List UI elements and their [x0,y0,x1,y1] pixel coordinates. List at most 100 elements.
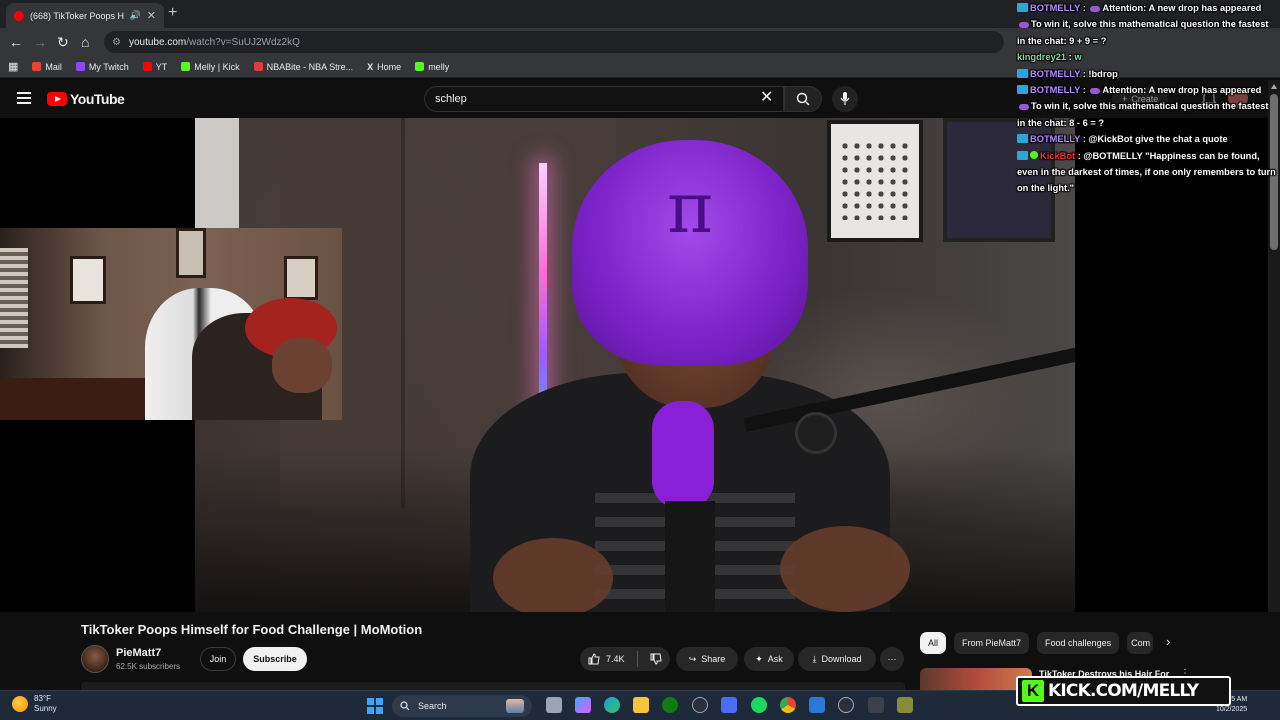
chat-text: w [1074,52,1082,63]
bookmark-label: NBABite - NBA Stre... [266,61,354,72]
kick-icon [181,62,191,71]
download-button[interactable]: ⤓ Download [798,647,876,671]
subscriber-count: 62.5K subscribers [116,662,181,671]
share-button[interactable]: ↪ Share [676,647,738,671]
apps-icon[interactable]: ▦ [8,60,18,73]
bookmark-label: Home [377,61,402,72]
like-count[interactable]: 7.4K [606,654,625,664]
microphone-icon [840,92,850,105]
like-dislike-group: 7.4K [580,647,670,671]
search-highlight-icon [506,699,524,713]
chat-username: BOTMELLY [1030,85,1081,96]
reload-icon[interactable]: ↻ [57,34,69,50]
search-input[interactable]: schlep [424,86,784,112]
chat-message: BOTMELLY : @KickBot give the chat a quot… [1014,131,1276,147]
app-icon[interactable] [897,697,913,713]
bookmark-nbabite[interactable]: NBABite - NBA Stre... [253,61,354,72]
chip-all[interactable]: All [920,632,947,654]
youtube-icon [142,62,152,71]
spotify-icon[interactable] [751,697,767,713]
url-bar[interactable]: ⚙ youtube.com/watch?v=SuUJ2Wdz2kQ [104,31,1004,53]
kick-url-banner: K KICK.COM/MELLY [1016,676,1231,706]
speaker-icon[interactable]: 🔊 [130,10,141,21]
kick-icon [415,62,425,71]
temperature: 83°F [34,694,51,703]
chevron-right-icon[interactable]: › [1166,634,1170,649]
video-title: TikToker Poops Himself for Food Challeng… [81,622,423,637]
thumbs-up-icon[interactable] [588,653,600,665]
chat-username: BOTMELLY [1030,68,1081,79]
left-hand [493,538,613,612]
chrome-icon[interactable] [780,697,796,713]
task-view-icon[interactable] [546,697,562,713]
bookmark-melly-kick[interactable]: Melly | Kick [181,61,240,72]
wall-frame [70,256,106,304]
browser-tab-youtube[interactable]: (668) TikToker Poops Himse 🔊 ✕ [6,3,164,28]
chat-text: To win it, solve this mathematical quest… [1017,101,1269,128]
bookmark-melly[interactable]: melly [415,62,449,72]
share-arrow-icon: ↪ [688,653,697,664]
sneaker-poster [827,120,923,242]
steam-icon[interactable] [692,697,708,713]
taskbar-search[interactable]: Search [392,695,532,717]
file-explorer-icon[interactable] [633,697,649,713]
chip-food-challenges[interactable]: Food challenges [1037,632,1120,654]
site-info-icon[interactable]: ⚙ [112,37,121,48]
stream-chat-overlay: BOTMELLY : Attention: A new drop has app… [1014,0,1276,200]
more-actions-icon[interactable]: ⋯ [880,647,904,671]
bookmark-my-twitch[interactable]: My Twitch [75,62,129,72]
chat-message: BOTMELLY : Attention: A new drop has app… [1017,3,1269,46]
description-box[interactable] [81,682,905,690]
ask-button[interactable]: ✦ Ask [744,647,794,671]
subscribe-button[interactable]: Subscribe [243,647,307,671]
chat-username: BOTMELLY [1030,3,1081,13]
chip-from-piematt7[interactable]: From PieMatt7 [954,632,1030,654]
bot-badge-icon [1017,150,1028,160]
windows-start-icon[interactable] [367,698,383,714]
media-player-icon[interactable] [838,697,854,713]
thumbs-down-icon[interactable] [650,653,662,665]
chat-text: @KickBot give the chat a quote [1088,134,1228,145]
join-button[interactable]: Join [200,647,236,671]
weather-widget[interactable]: 83°F Sunny [12,694,57,714]
store-icon[interactable] [721,697,737,713]
voice-search-button[interactable] [832,86,858,112]
youtube-logo-text: YouTube [70,91,125,107]
bot-badge-icon [1017,85,1028,95]
chat-text: To win it, solve this mathematical quest… [1017,19,1269,46]
weather-text: 83°F Sunny [34,694,57,714]
clock-date: 10/2/2025 [1216,706,1248,713]
edge-icon[interactable] [604,697,620,713]
channel-avatar[interactable] [81,645,109,673]
back-icon[interactable]: ← [9,34,23,50]
related-filter-chips: All From PieMatt7 Food challenges Com [920,632,1154,654]
clear-search-icon[interactable]: ✕ [760,90,773,106]
bookmark-label: Melly | Kick [194,61,240,72]
share-label: Share [701,654,726,664]
bot-badge-icon [1017,68,1028,78]
chip-com[interactable]: Com [1127,632,1154,654]
app-icon[interactable] [868,697,884,713]
bookmark-home[interactable]: X Home [367,62,401,72]
close-tab-icon[interactable]: ✕ [147,9,156,22]
photos-icon[interactable] [809,697,825,713]
wall-poster [195,118,239,228]
sun-icon [12,696,28,712]
letterbox-left [0,118,195,228]
xbox-icon[interactable] [662,697,678,713]
youtube-logo[interactable]: YouTube [47,91,125,107]
search-button[interactable] [784,86,822,112]
channel-name[interactable]: PieMatt7 [116,647,161,659]
chat-message: kingdrey21 : w [1017,52,1082,63]
home-icon[interactable]: ⌂ [81,34,89,50]
bot-badge-icon [1017,3,1028,12]
menu-icon[interactable] [17,92,31,104]
copilot-icon[interactable] [575,697,591,713]
forward-icon[interactable]: → [33,34,47,50]
emote-icon [1019,104,1029,111]
purple-microphone [652,401,714,509]
bookmark-label: melly [428,61,450,72]
bookmark-yt[interactable]: YT [142,62,167,72]
bookmark-mail[interactable]: Mail [32,62,62,72]
new-tab-button[interactable]: + [168,4,177,22]
